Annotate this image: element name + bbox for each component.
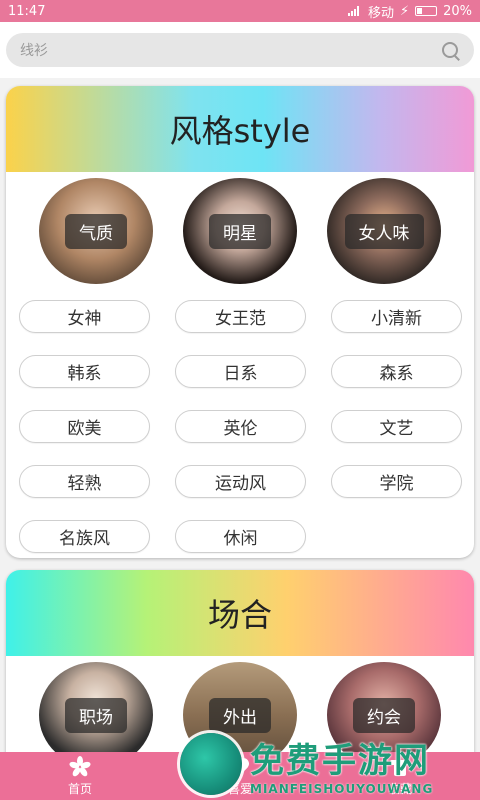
- signal-icon: [347, 6, 362, 16]
- avatar-qizhi[interactable]: 气质: [39, 178, 153, 284]
- avatar-mingxing[interactable]: 明星: [183, 178, 297, 284]
- search-placeholder: 线衫: [20, 43, 48, 59]
- nav-home[interactable]: 首页: [20, 755, 140, 797]
- style-tag[interactable]: 森系: [331, 355, 462, 388]
- avatar-label: 气质: [65, 213, 127, 249]
- style-tag[interactable]: 欧美: [19, 410, 150, 443]
- battery-percent: 20%: [443, 3, 472, 19]
- avatar-label: 女人味: [344, 213, 424, 249]
- style-avatar-row: 气质 明星 女人味: [6, 172, 474, 284]
- carrier-label: 移动: [367, 5, 394, 21]
- flower-icon: [68, 755, 92, 778]
- avatar-label: 明星: [209, 213, 271, 249]
- nav-label: 收藏: [387, 781, 412, 796]
- avatar-label: 外出: [209, 697, 271, 733]
- style-tag[interactable]: 学院: [331, 465, 462, 498]
- style-tag[interactable]: 名族风: [19, 520, 150, 553]
- nav-collection[interactable]: 收藏: [340, 756, 460, 797]
- occasion-section-title: 场合: [6, 570, 474, 656]
- charging-icon: ⚡: [399, 3, 410, 19]
- status-icons: 移动 ⚡ 20%: [347, 2, 472, 21]
- status-bar: 11:47 移动 ⚡ 20%: [0, 0, 480, 22]
- style-tag[interactable]: 英伦: [175, 410, 306, 443]
- heart-icon: [229, 756, 251, 778]
- search-icon[interactable]: [440, 40, 460, 60]
- battery-icon: [415, 6, 438, 16]
- style-tag[interactable]: 女王范: [175, 300, 306, 333]
- style-tag[interactable]: 文艺: [331, 410, 462, 443]
- nav-label: 首页: [67, 781, 92, 796]
- style-tag-grid: 女神 女王范 小清新 韩系 日系 森系 欧美 英伦 文艺 轻熟 运动风 学院 名…: [6, 284, 474, 553]
- nav-label: 喜爱: [227, 781, 252, 796]
- top-bar: 线衫: [0, 22, 480, 78]
- style-tag[interactable]: 韩系: [19, 355, 150, 388]
- bottom-nav: 首页 喜爱 收藏: [0, 752, 480, 800]
- style-section-title: 风格style: [6, 86, 474, 172]
- style-tag[interactable]: 女神: [19, 300, 150, 333]
- style-tag[interactable]: 日系: [175, 355, 306, 388]
- clock: 11:47: [8, 3, 46, 19]
- style-tag[interactable]: 休闲: [175, 520, 306, 553]
- avatar-label: 约会: [353, 697, 415, 733]
- avatar-nvrenwei[interactable]: 女人味: [327, 178, 441, 284]
- avatar-label: 职场: [65, 697, 127, 733]
- style-tag[interactable]: 运动风: [175, 465, 306, 498]
- occasion-card: 场合 职场 外出 约会: [6, 570, 474, 770]
- style-tag[interactable]: 小清新: [331, 300, 462, 333]
- nav-favorite[interactable]: 喜爱: [180, 756, 300, 797]
- style-tag[interactable]: 轻熟: [19, 465, 150, 498]
- shirt-icon: [389, 756, 411, 778]
- style-card: 风格style 气质 明星 女人味 女神 女王范 小清新 韩系 日系 森系 欧美…: [6, 86, 474, 558]
- search-input[interactable]: 线衫: [6, 33, 474, 67]
